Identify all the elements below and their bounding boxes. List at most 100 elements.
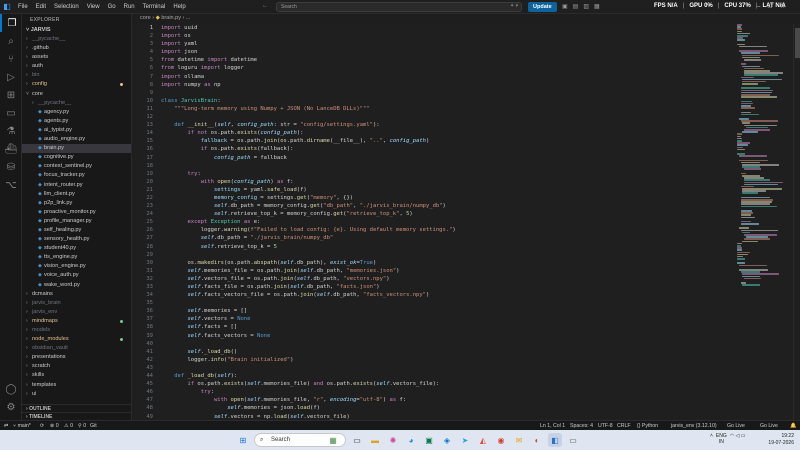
menu-edit[interactable]: Edit [36,4,46,10]
files-icon[interactable]: ❐ [0,14,22,32]
taskbar-clock[interactable]: 19:22 19-07-2026 [762,433,794,447]
folder-item[interactable]: › obsidian_vault [22,344,131,353]
update-button[interactable]: Update [528,2,557,12]
folder-item[interactable]: › node_modules [22,335,131,344]
file-item[interactable]: ◆ intent_router.py [22,181,131,190]
wifi-icon[interactable]: ◠ [730,433,734,439]
branch-status[interactable]: ⑂ main* [13,422,31,430]
file-item[interactable]: ◆ cognitive.py [22,153,131,162]
docker-icon[interactable]: ⛴ [0,140,22,158]
app-icon[interactable]: ◐ [530,433,544,447]
run-debug-icon[interactable]: ▷ [0,68,22,86]
photos-icon[interactable]: ◈ [440,433,454,447]
warnings-status[interactable]: ⚠ 0 [64,422,73,430]
file-item[interactable]: ◆ audio_engine.py [22,135,131,144]
telegram-icon[interactable]: ➤ [458,433,472,447]
go-live-status[interactable]: Go Live [727,422,745,430]
file-item[interactable]: ◆ self_healing.py [22,226,131,235]
remote-icon[interactable]: ▭ [0,104,22,122]
file-item[interactable]: ◆ focus_tracker.py [22,171,131,180]
folder-item[interactable]: › templates [22,381,131,390]
file-item[interactable]: ◆ agency.py [22,108,131,117]
folder-item[interactable]: › jarvis_env [22,308,131,317]
windows-start-icon[interactable]: ⊞ [236,433,250,447]
folder-item[interactable]: › jarvis_brain [22,299,131,308]
folder-item[interactable]: › scratch [22,362,131,371]
file-item[interactable]: ◆ p2p_link.py [22,199,131,208]
outline-section[interactable]: › OUTLINE [22,404,131,412]
timeline-section[interactable]: › TIMELINE [22,412,131,420]
database-icon[interactable]: ⛁ [0,158,22,176]
task-view-icon[interactable]: ▭ [350,433,364,447]
go-live-button[interactable]: Go Live [760,422,778,430]
menu-terminal[interactable]: Terminal [143,4,166,10]
folder-item[interactable]: › __pycache__ [22,35,131,44]
file-item[interactable]: ◆ agents.py [22,117,131,126]
terminal-icon[interactable]: ▭ [566,433,580,447]
breadcrumb-symbol[interactable]: ... [186,15,191,21]
copilot-icon[interactable]: ✺ [386,433,400,447]
file-item[interactable]: ◆ proactive_monitor.py [22,208,131,217]
editor-scrollbar[interactable] [793,24,800,420]
search-icon[interactable]: ⌕ [0,32,22,50]
encoding[interactable]: UTF-8 [598,422,613,430]
folder-item[interactable]: ˅ core [22,90,131,99]
settings-icon[interactable]: ⚙ [0,398,22,416]
errors-status[interactable]: ⊗ 0 [50,422,59,430]
sync-status[interactable]: ⟳ [40,422,44,430]
command-center-search[interactable]: Search [276,2,522,12]
file-item[interactable]: ◆ llm_client.py [22,190,131,199]
testing-icon[interactable]: ⚗ [0,122,22,140]
folder-item[interactable]: › skills [22,371,131,380]
python-interpreter[interactable]: jarvis_env (3.12.10) [671,422,717,430]
folder-item[interactable]: › ui [22,390,131,399]
ports-status[interactable]: ⚲ 0 [78,422,86,430]
widgets-icon[interactable]: ▦ [326,433,340,447]
file-item[interactable]: ◆ contest_sentinel.py [22,162,131,171]
folder-item[interactable]: › dcmains [22,290,131,299]
folder-item[interactable]: › bin [22,71,131,80]
folder-item[interactable]: › config [22,80,131,89]
code-editor[interactable]: 1 import uuid 2 import os 3 import yaml 4 impor… [133,24,737,420]
notifications-icon[interactable]: 🔔 [790,422,796,430]
tray-chevron-icon[interactable]: ˄ [710,433,713,439]
folder-item[interactable]: › assets [22,53,131,62]
folder-item[interactable]: › presentations [22,353,131,362]
indentation[interactable]: Spaces: 4 [570,422,593,430]
system-tray[interactable]: ˄ ENG IN ◠ ◁ ▭ [710,433,745,445]
file-item[interactable]: ◆ sensory_health.py [22,235,131,244]
file-item[interactable]: ◆ wake_word.py [22,281,131,290]
menu-run[interactable]: Run [124,4,135,10]
file-item[interactable]: ◆ student40.py [22,244,131,253]
extensions-icon[interactable]: ⊞ [0,86,22,104]
minimap[interactable] [737,24,793,420]
menu-view[interactable]: View [87,4,100,10]
volume-icon[interactable]: ◁ [735,433,739,439]
account-icon[interactable]: ◯ [0,380,22,398]
breadcrumb-folder[interactable]: core [140,15,151,21]
file-item[interactable]: ◆ brain.py [22,144,131,154]
brave-icon[interactable]: ◭ [476,433,490,447]
file-item[interactable]: ◆ profile_manager.py [22,217,131,226]
file-explorer-icon[interactable]: ▬ [368,433,382,447]
language-mode[interactable]: {} Python [637,422,658,430]
cursor-position[interactable]: Ln 1, Col 1 [540,422,565,430]
layout-toggle-icons[interactable]: ▣▤▥▦ [562,3,605,10]
file-item[interactable]: ◆ tts_engine.py [22,253,131,262]
menu-selection[interactable]: Selection [54,4,79,10]
folder-item[interactable]: › .github [22,44,131,53]
mail-icon[interactable]: ✉ [512,433,526,447]
workspace-root[interactable]: ˅ JARVIS [22,26,131,35]
breadcrumb-file[interactable]: brain.py [161,15,181,21]
menu-file[interactable]: File [18,4,28,10]
menu-go[interactable]: Go [108,4,116,10]
chrome-icon[interactable]: ◉ [494,433,508,447]
chat-icon[interactable]: ✦ ▾ [510,3,518,9]
window-controls[interactable]: –□✕ [757,3,793,10]
line-ending[interactable]: CRLF [617,422,631,430]
folder-item[interactable]: › models [22,326,131,335]
edge-icon[interactable]: ◕ [404,433,418,447]
vscode-taskbar-icon[interactable]: ◧ [548,433,562,447]
remote-indicator-icon[interactable]: ⇄ [4,422,8,430]
battery-icon[interactable]: ▭ [741,433,746,439]
